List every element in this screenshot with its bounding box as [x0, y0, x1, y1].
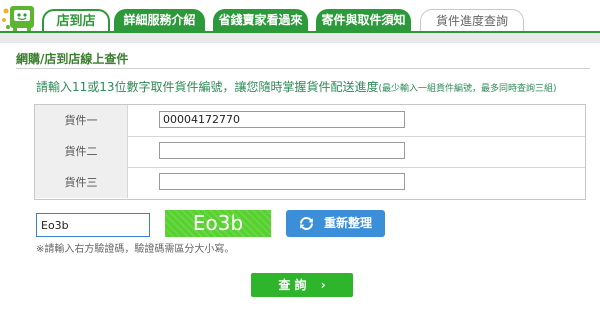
tracking-number-3-input[interactable]: [159, 173, 405, 190]
form-row: 貨件三: [35, 167, 585, 198]
form-row: 貨件一: [35, 105, 585, 137]
row-label: 貨件一: [35, 105, 128, 136]
tracking-form: 貨件一 貨件二 貨件三: [34, 104, 586, 200]
captcha-image: Eo3b: [165, 210, 271, 237]
title-divider: [16, 68, 590, 69]
tab-shipping-guide[interactable]: 寄件與取件須知: [316, 9, 411, 31]
query-button[interactable]: 查 詢 ›: [251, 273, 353, 297]
intro-main: 請輸入11或13位數字取件貨件編號，讓您隨時掌握貨件配送進度: [36, 80, 379, 94]
refresh-icon: [298, 215, 315, 232]
chevron-right-icon: ›: [320, 278, 326, 292]
form-row: 貨件二: [35, 136, 585, 168]
tab-service-intro[interactable]: 詳細服務介紹: [114, 9, 205, 31]
tab-home[interactable]: 店到店: [42, 9, 110, 31]
captcha-input[interactable]: [36, 213, 150, 237]
refresh-label: 重新整理: [324, 216, 373, 230]
row-label: 貨件二: [35, 136, 128, 167]
page-title: 網購/店到店線上查件: [16, 52, 129, 66]
intro-note: (最少輸入一組貨件編號，最多同時查詢三組): [378, 84, 557, 94]
refresh-captcha-button[interactable]: 重新整理: [286, 210, 385, 237]
query-label: 查 詢: [278, 278, 307, 292]
tab-tracking[interactable]: 貨件進度查詢: [420, 9, 524, 31]
row-label: 貨件三: [35, 167, 128, 198]
sub-header-bar: [0, 33, 600, 43]
intro-text: 請輸入11或13位數字取件貨件編號，讓您隨時掌握貨件配送進度(最少輸入一組貨件編…: [36, 78, 557, 95]
tracking-number-1-input[interactable]: [159, 111, 405, 128]
tab-money-saving-sellers[interactable]: 省錢賣家看過來: [213, 9, 308, 31]
tracking-number-2-input[interactable]: [159, 142, 405, 159]
captcha-note: ※請輸入右方驗證碼，驗證碼需區分大小寫。: [36, 244, 235, 255]
